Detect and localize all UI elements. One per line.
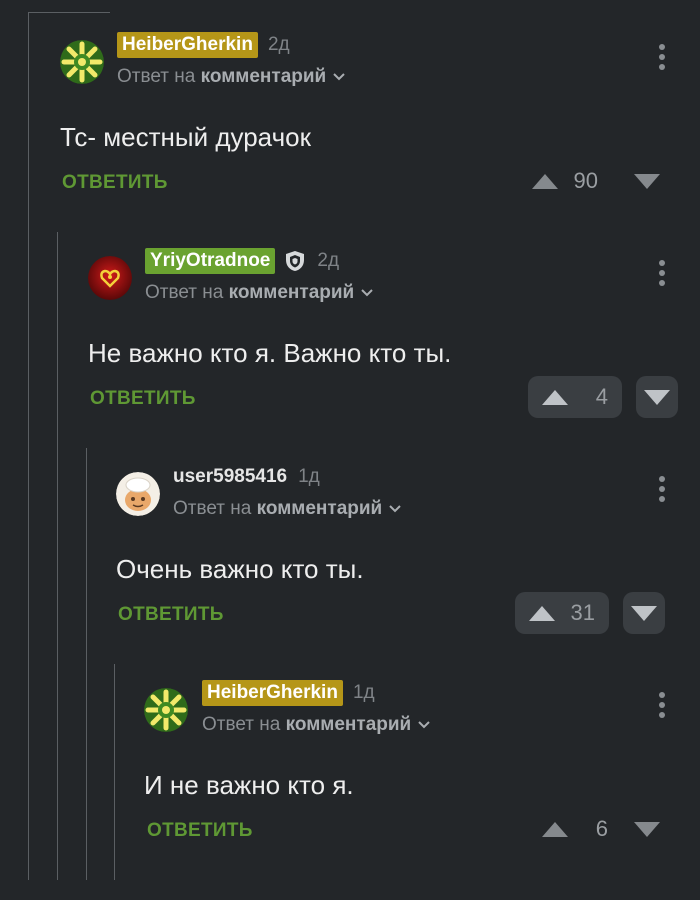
- reply-context-link[interactable]: комментарий: [286, 714, 412, 735]
- kebab-menu-icon[interactable]: [659, 44, 665, 74]
- upvote-box[interactable]: 4: [528, 376, 622, 418]
- downvote-icon[interactable]: [631, 605, 657, 621]
- vote-count: 6: [595, 816, 608, 841]
- vote-controls: 4: [528, 376, 678, 418]
- comment-text: Не важно кто я. Важно кто ты.: [88, 338, 452, 368]
- chevron-down-icon[interactable]: [388, 504, 402, 514]
- chevron-down-icon[interactable]: [332, 72, 346, 82]
- reply-context: Ответ на комментарий: [202, 714, 431, 736]
- downvote-icon[interactable]: [634, 821, 660, 837]
- reply-context-link[interactable]: комментарий: [257, 498, 383, 519]
- upvote-box[interactable]: 31: [515, 592, 609, 634]
- comment: HeiberGherkin 1д Ответ на комментарий И …: [0, 678, 700, 894]
- downvote-icon[interactable]: [644, 389, 670, 405]
- chevron-down-icon[interactable]: [360, 288, 374, 298]
- cartoon-face-avatar-icon: [116, 472, 160, 516]
- reply-context: Ответ на комментарий: [173, 498, 402, 520]
- reply-button[interactable]: ОТВЕТИТЬ: [90, 388, 196, 410]
- upvote-icon[interactable]: [532, 173, 558, 189]
- reply-context-link[interactable]: комментарий: [229, 282, 355, 303]
- reply-prefix: Ответ на: [173, 498, 252, 519]
- timestamp: 1д: [298, 466, 320, 487]
- chevron-down-icon[interactable]: [417, 720, 431, 730]
- timestamp: 1д: [352, 682, 375, 703]
- thread-top-line: [28, 12, 110, 13]
- vote-count: 90: [573, 168, 598, 193]
- upvote-icon[interactable]: [542, 389, 568, 405]
- avatar[interactable]: [60, 40, 104, 84]
- comment-text: Очень важно кто ты.: [116, 554, 364, 584]
- gherkin-avatar-icon: [144, 688, 188, 732]
- reply-context: Ответ на комментарий: [117, 66, 346, 88]
- kebab-menu-icon[interactable]: [659, 692, 665, 722]
- red-heart-avatar-icon: [88, 256, 132, 300]
- comment-text: И не важно кто я.: [144, 770, 354, 800]
- kebab-menu-icon[interactable]: [659, 476, 665, 506]
- vote-controls: 90: [532, 160, 660, 202]
- vote-controls: 6: [542, 808, 660, 850]
- vote-controls: 31: [515, 592, 665, 634]
- reply-context-link[interactable]: комментарий: [201, 66, 327, 87]
- username[interactable]: YriyOtradnoe: [145, 248, 276, 274]
- reply-button[interactable]: ОТВЕТИТЬ: [147, 820, 253, 842]
- downvote-icon[interactable]: [634, 173, 660, 189]
- downvote-box[interactable]: [623, 592, 665, 634]
- username[interactable]: HeiberGherkin: [202, 680, 343, 706]
- vote-count: 4: [595, 384, 608, 409]
- reply-prefix: Ответ на: [145, 282, 224, 303]
- timestamp: 2д: [267, 34, 290, 55]
- reply-button[interactable]: ОТВЕТИТЬ: [62, 172, 168, 194]
- reply-prefix: Ответ на: [117, 66, 196, 87]
- avatar[interactable]: [88, 256, 132, 300]
- comment: YriyOtradnoe 2д Ответ на комментарий Не …: [0, 246, 700, 462]
- comment: HeiberGherkin 2д Ответ на комментарий Тс…: [0, 30, 700, 246]
- comment-text: Тс- местный дурачок: [60, 122, 311, 152]
- gherkin-avatar-icon: [60, 40, 104, 84]
- avatar[interactable]: [144, 688, 188, 732]
- downvote-box[interactable]: [636, 376, 678, 418]
- avatar[interactable]: [116, 472, 160, 516]
- upvote-icon[interactable]: [542, 821, 568, 837]
- reply-prefix: Ответ на: [202, 714, 281, 735]
- username[interactable]: HeiberGherkin: [117, 32, 258, 58]
- username[interactable]: user5985416: [173, 464, 292, 490]
- reply-button[interactable]: ОТВЕТИТЬ: [118, 604, 224, 626]
- reply-context: Ответ на комментарий: [145, 282, 374, 304]
- upvote-icon[interactable]: [529, 605, 555, 621]
- timestamp: 2д: [317, 250, 340, 271]
- comment: user5985416 1д Ответ на комментарий Очен…: [0, 462, 700, 678]
- kebab-menu-icon[interactable]: [659, 260, 665, 290]
- shield-icon: [286, 251, 305, 271]
- vote-count: 31: [570, 600, 595, 625]
